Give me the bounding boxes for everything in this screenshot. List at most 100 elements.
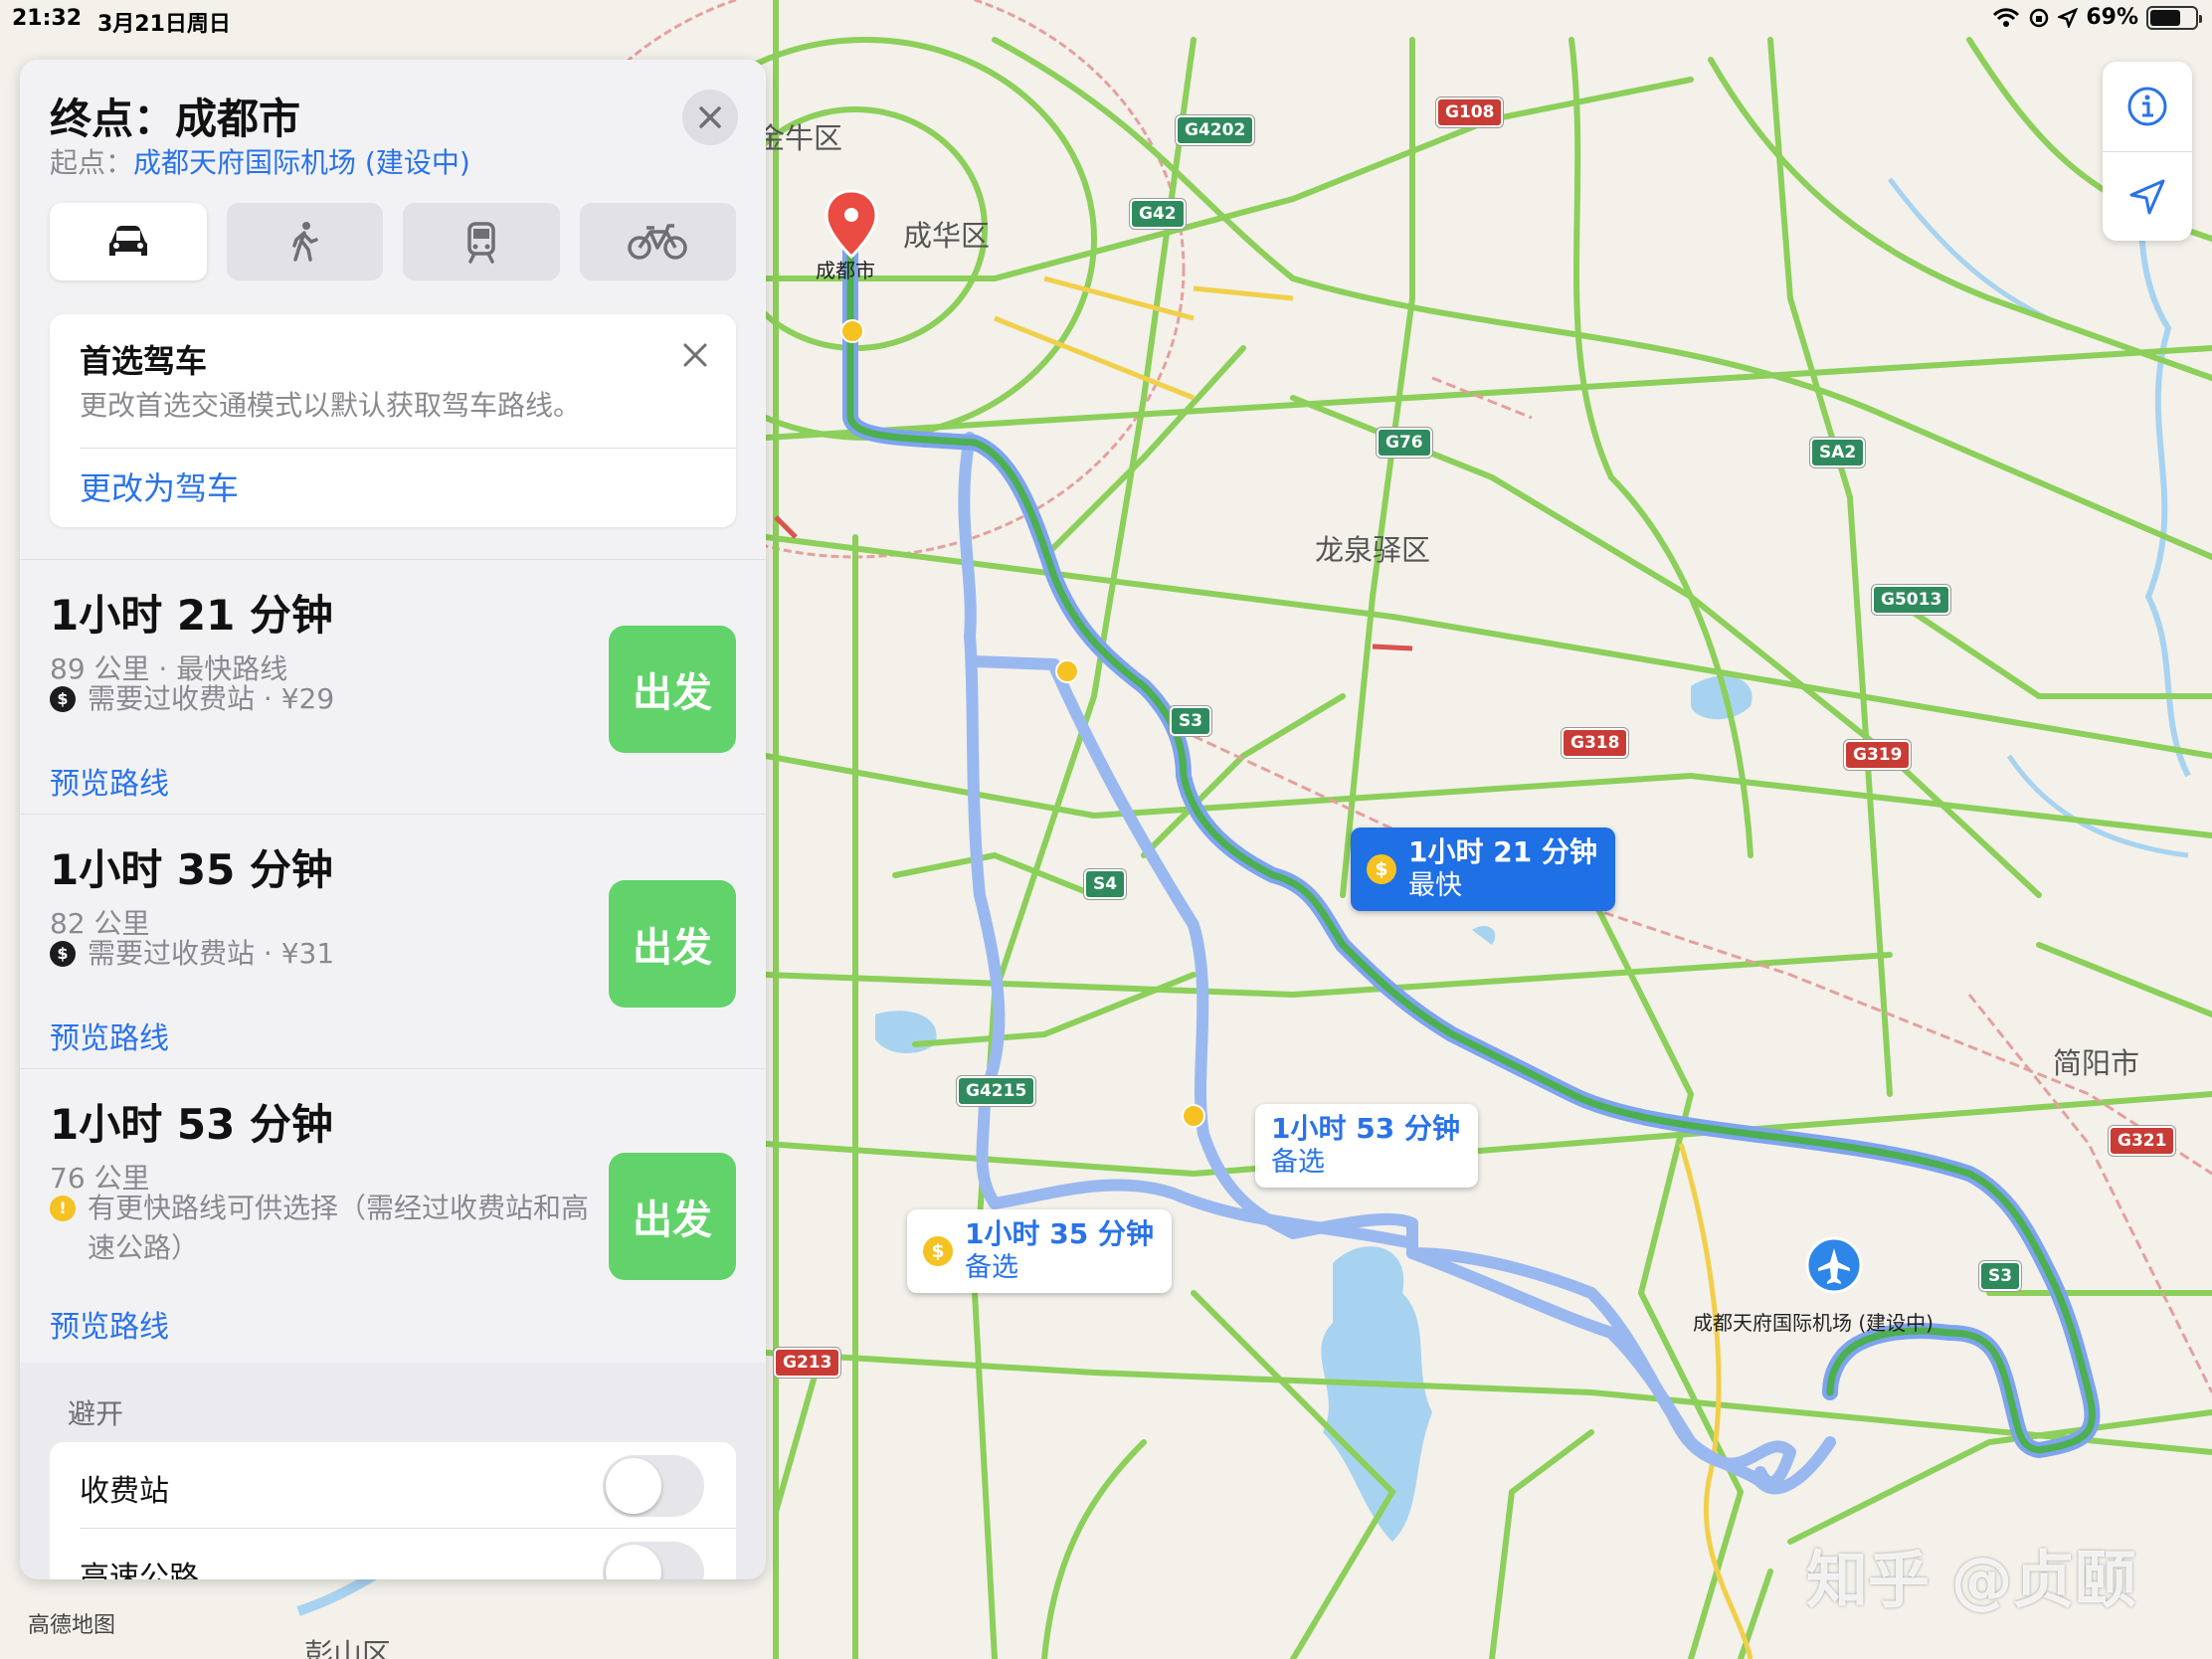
road-shield-g4215: G4215 (957, 1076, 1036, 1106)
airport-label: 成都天府国际机场 (建设中) (1693, 1311, 1934, 1335)
divider (80, 448, 736, 449)
origin-prefix: 起点： (50, 146, 134, 179)
road-shield-g321: G321 (2109, 1126, 2176, 1156)
tab-drive[interactable] (50, 203, 207, 280)
map-attribution: 高德地图 (28, 1613, 116, 1638)
callout-sub: 最快 (1408, 870, 1462, 901)
route-time: 1小时 35 分钟 (50, 845, 333, 894)
origin-line: 起点：成都天府国际机场 (建设中) (50, 141, 470, 181)
district-label-chenghua: 成华区 (903, 219, 991, 253)
info-button[interactable] (2103, 62, 2192, 151)
battery-percent: 69% (2086, 5, 2138, 30)
walk-icon (292, 222, 318, 262)
destination-label: 成都市 (816, 259, 875, 282)
toll-coin-icon: $ (1367, 854, 1396, 884)
go-button[interactable]: 出发 (609, 1153, 736, 1280)
road-shield-g318: G318 (1562, 728, 1629, 758)
destination-title: 终点：成都市 (50, 94, 301, 143)
airport-pin[interactable] (1805, 1236, 1863, 1304)
info-icon (2127, 87, 2167, 126)
road-shield-s3-south: S3 (1979, 1261, 2022, 1291)
avoid-highways-toggle[interactable] (603, 1542, 704, 1579)
route-time: 1小时 53 分钟 (50, 1100, 333, 1149)
road-shield-g319: G319 (1844, 740, 1912, 770)
avoid-highways-row: 高速公路 (50, 1529, 736, 1579)
go-button[interactable]: 出发 (609, 880, 736, 1008)
status-bar: 21:32 3月21日周日 69% (0, 0, 2212, 40)
route-toll-note: $ 需要过收费站 · ¥31 (50, 934, 607, 974)
preview-route-link[interactable]: 预览路线 (50, 1302, 169, 1346)
district-label-pengshan: 彭山区 (304, 1637, 392, 1659)
route-callout-fastest[interactable]: $ 1小时 21 分钟 最快 (1351, 828, 1615, 911)
avoid-tolls-row: 收费站 (50, 1442, 736, 1529)
route-option-3[interactable]: 1小时 53 分钟 76 公里 ! 有更快路线可供选择（需经过收费站和高速公路）… (20, 1068, 766, 1363)
close-icon (683, 343, 707, 367)
locate-button[interactable] (2103, 151, 2192, 241)
callout-sub: 备选 (965, 1252, 1018, 1283)
status-indicators: 69% (1992, 5, 2202, 30)
battery-level (2150, 9, 2181, 26)
avoid-label: 避开 (68, 1397, 124, 1430)
preference-card: 首选驾车 更改首选交通模式以默认获取驾车路线。 更改为驾车 (50, 314, 736, 527)
preference-dismiss-button[interactable] (680, 340, 710, 370)
wifi-icon (1993, 7, 2020, 27)
district-label-jinniu: 金牛区 (756, 121, 843, 155)
directions-panel: 终点：成都市 起点：成都天府国际机场 (建设中) 首选驾车 更改首选交通模式以默… (20, 60, 766, 1579)
tab-cycle[interactable] (579, 203, 736, 280)
location-services-icon (2058, 7, 2079, 28)
map-controls (2103, 62, 2192, 241)
district-label-longquanyi: 龙泉驿区 (1315, 533, 1431, 567)
train-icon (467, 222, 495, 264)
road-shield-g213: G213 (774, 1348, 841, 1378)
transport-mode-tabs (50, 203, 736, 280)
road-shield-g42: G42 (1130, 199, 1186, 229)
close-button[interactable] (682, 90, 738, 145)
route-note-text: 需要过收费站 · ¥29 (88, 682, 335, 715)
watermark: 知乎 @贞颐 (1806, 1544, 2136, 1616)
road-shield-g108: G108 (1436, 97, 1504, 127)
status-time: 21:32 (12, 6, 83, 31)
preview-route-link[interactable]: 预览路线 (50, 1014, 169, 1057)
avoid-options: 收费站 高速公路 (50, 1442, 736, 1579)
airplane-icon (1805, 1236, 1863, 1294)
route-note-text: 需要过收费站 · ¥31 (88, 937, 335, 970)
avoid-section: 避开 收费站 高速公路 (20, 1363, 766, 1579)
map-pin-icon (825, 189, 878, 260)
route-note-text: 有更快路线可供选择（需经过收费站和高速公路） (88, 1192, 590, 1264)
route-callout-alt-53[interactable]: 1小时 53 分钟 备选 (1255, 1104, 1478, 1188)
change-to-drive-link[interactable]: 更改为驾车 (80, 463, 239, 509)
origin-name[interactable]: 成都天府国际机场 (建设中) (133, 146, 470, 179)
bicycle-icon (628, 224, 687, 260)
route-callout-alt-35[interactable]: $ 1小时 35 分钟 备选 (907, 1209, 1172, 1293)
route-warning-note: ! 有更快路线可供选择（需经过收费站和高速公路） (50, 1189, 607, 1268)
road-shield-s4: S4 (1084, 869, 1127, 899)
preference-title: 首选驾车 (80, 342, 208, 380)
route-option-2[interactable]: 1小时 35 分钟 82 公里 $ 需要过收费站 · ¥31 预览路线 出发 (20, 814, 766, 1068)
panel-header: 终点：成都市 起点：成都天府国际机场 (建设中) 首选驾车 更改首选交通模式以默… (20, 60, 766, 559)
avoid-tolls-toggle[interactable] (603, 1455, 704, 1517)
car-icon (108, 226, 147, 256)
preference-description: 更改首选交通模式以默认获取驾车路线。 (80, 389, 582, 422)
toll-dollar-icon: $ (50, 941, 76, 967)
tab-walk[interactable] (226, 203, 383, 280)
orientation-lock-icon (2030, 8, 2049, 27)
toggle-knob (606, 1458, 661, 1514)
go-button[interactable]: 出发 (609, 626, 736, 753)
location-arrow-icon (2129, 179, 2165, 214)
close-icon (699, 106, 721, 128)
road-shield-g4202: G4202 (1176, 115, 1255, 145)
avoid-option-label: 收费站 (80, 1474, 169, 1509)
tab-transit[interactable] (403, 203, 560, 280)
district-label-jianyang: 简阳市 (2053, 1046, 2140, 1080)
preview-route-link[interactable]: 预览路线 (50, 759, 169, 803)
road-shield-s3: S3 (1170, 706, 1212, 736)
route-option-1[interactable]: 1小时 21 分钟 89 公里 · 最快路线 $ 需要过收费站 · ¥29 预览… (20, 559, 766, 814)
callout-sub: 备选 (1271, 1147, 1325, 1178)
route-time: 1小时 21 分钟 (50, 591, 333, 640)
avoid-option-label: 高速公路 (80, 1561, 199, 1579)
route-toll-note: $ 需要过收费站 · ¥29 (50, 679, 607, 719)
status-date: 3月21日周日 (97, 12, 231, 37)
battery-icon (2146, 5, 2202, 30)
road-shield-g5013: G5013 (1872, 585, 1951, 615)
destination-pin[interactable] (824, 189, 879, 265)
